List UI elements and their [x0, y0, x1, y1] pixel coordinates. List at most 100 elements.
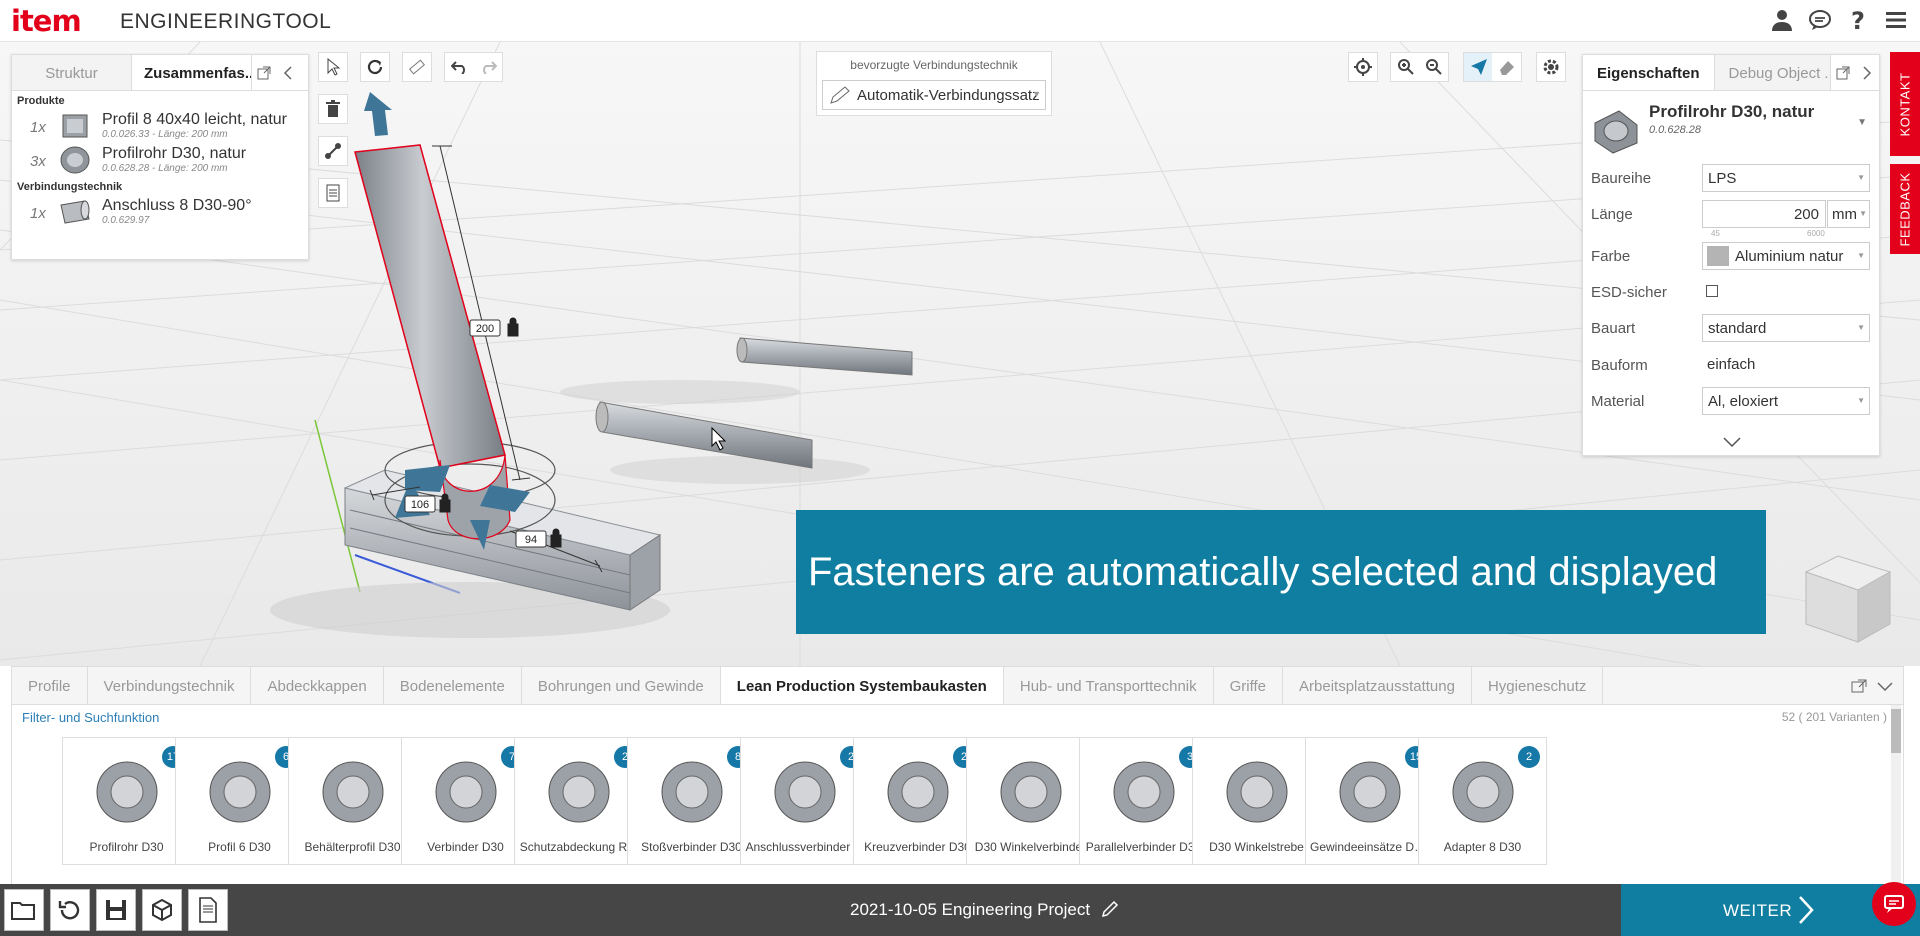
product-meta: 0.0.026.33 - Länge: 200 mm: [102, 129, 228, 140]
tab-griffe[interactable]: Griffe: [1214, 667, 1284, 704]
chat-support-icon[interactable]: [1872, 882, 1916, 926]
catalog-item[interactable]: 3 Parallelverbinder D30: [1079, 737, 1208, 865]
tab-hygieneschutz[interactable]: Hygieneschutz: [1472, 667, 1604, 704]
catalog-item[interactable]: 7 Verbinder D30: [401, 737, 530, 865]
app-title: ENGINEERINGTOOL: [120, 10, 332, 33]
eraser-icon[interactable]: [1492, 52, 1522, 82]
catalog-item[interactable]: 8 Stoßverbinder D30: [627, 737, 756, 865]
structure-panel: Struktur Zusammenfas... Produkte 1x Prof…: [11, 54, 309, 260]
catalog-item-name: Schutzabdeckung R...: [519, 840, 638, 854]
dimension-label-200[interactable]: 200: [469, 317, 519, 337]
expand-caret-icon[interactable]: ▼: [1857, 117, 1867, 128]
pdf-icon[interactable]: [188, 889, 228, 931]
3d-box-icon[interactable]: [142, 889, 182, 931]
tab-hub-transport[interactable]: Hub- und Transporttechnik: [1004, 667, 1214, 704]
tab-arbeitsplatz[interactable]: Arbeitsplatzausstattung: [1283, 667, 1472, 704]
tab-abdeckkappen[interactable]: Abdeckkappen: [251, 667, 384, 704]
svg-text:?: ?: [1851, 8, 1865, 32]
prop-label: ESD-sicher: [1591, 284, 1667, 301]
tab-profile[interactable]: Profile: [12, 667, 88, 704]
variant-badge: 2: [1518, 746, 1540, 768]
connection-technique-select[interactable]: Automatik-Verbindungssatz ▼: [822, 80, 1046, 110]
open-folder-icon[interactable]: [4, 889, 44, 931]
catalog-scrollbar[interactable]: [1891, 705, 1901, 889]
connection-meta: 0.0.629.97: [102, 215, 150, 226]
product-row[interactable]: 1x Profil 8 40x40 leicht, natur 0.0.026.…: [12, 109, 308, 143]
show-more-chevron-icon[interactable]: [1723, 434, 1741, 452]
view-cube[interactable]: [1804, 555, 1892, 643]
catalog-item[interactable]: 2 Kreuzverbinder D30: [853, 737, 982, 865]
feedback-button[interactable]: FEEDBACK: [1890, 164, 1920, 254]
select-tool-icon[interactable]: [318, 52, 348, 82]
loose-tube-2[interactable]: [595, 401, 870, 484]
rotate-icon[interactable]: [360, 52, 390, 82]
catalog-item[interactable]: 15 Gewindeeinsätze D3...: [1305, 737, 1434, 865]
measure-icon[interactable]: [402, 52, 432, 82]
undo-icon[interactable]: [444, 52, 474, 82]
catalog-item[interactable]: 6 Profil 6 D30: [175, 737, 304, 865]
save-icon[interactable]: [96, 889, 136, 931]
popout-icon[interactable]: [252, 55, 276, 90]
tab-eigenschaften[interactable]: Eigenschaften: [1583, 55, 1715, 90]
catalog-item-name: D30 Winkelverbinder: [974, 840, 1087, 854]
catalog-item-name: Gewindeeinsätze D3...: [1310, 840, 1431, 854]
catalog-item[interactable]: 2 Adapter 8 D30: [1418, 737, 1547, 865]
material-select[interactable]: Al, eloxiert ▼: [1702, 387, 1870, 415]
connection-name: Anschluss 8 D30-90°: [102, 197, 252, 214]
dimension-label-94[interactable]: 94: [515, 528, 562, 548]
redo-icon[interactable]: [473, 52, 503, 82]
unit-select[interactable]: mm ▼: [1827, 200, 1870, 228]
delete-icon[interactable]: [318, 94, 348, 124]
settings-gear-icon[interactable]: [1536, 52, 1566, 82]
tab-zusammenfassung[interactable]: Zusammenfas...: [132, 55, 252, 90]
catalog-item[interactable]: Behälterprofil D30: [288, 737, 417, 865]
collapse-left-icon[interactable]: [276, 55, 300, 90]
zoom-in-icon[interactable]: [1390, 52, 1420, 82]
popout-icon[interactable]: [1831, 55, 1855, 90]
product-row[interactable]: 3x Profilrohr D30, natur 0.0.628.28 - Lä…: [12, 143, 308, 177]
tab-lean-production[interactable]: Lean Production Systembaukasten: [720, 667, 1004, 704]
catalog-item[interactable]: 2 Schutzabdeckung R...: [514, 737, 643, 865]
laenge-input[interactable]: 200: [1702, 200, 1826, 228]
tab-verbindungstechnik[interactable]: Verbindungstechnik: [88, 667, 252, 704]
variant-count: 52 ( 201 Varianten ): [1781, 710, 1887, 724]
baureihe-select[interactable]: LPS ▼: [1702, 164, 1870, 192]
connection-row[interactable]: 1x Anschluss 8 D30-90° 0.0.629.97: [12, 195, 308, 229]
item-logo[interactable]: item: [11, 4, 82, 38]
collapse-down-icon[interactable]: [1877, 679, 1893, 704]
farbe-select[interactable]: Aluminium natur ▼: [1702, 242, 1870, 270]
prop-esd: ESD-sicher: [1583, 274, 1881, 308]
connect-icon[interactable]: [318, 136, 348, 166]
prop-label: Bauart: [1591, 320, 1636, 337]
menu-icon[interactable]: [1884, 8, 1908, 32]
dimension-label-106[interactable]: 106: [404, 493, 451, 513]
catalog-item[interactable]: D30 Winkelstrebe: [1192, 737, 1321, 865]
popout-icon[interactable]: [1851, 679, 1867, 704]
document-icon[interactable]: [318, 178, 348, 208]
tab-struktur[interactable]: Struktur: [12, 55, 132, 90]
focus-target-icon[interactable]: [1348, 52, 1378, 82]
catalog-item[interactable]: 17 Profilrohr D30: [62, 737, 191, 865]
collapse-right-icon[interactable]: [1855, 55, 1879, 90]
tab-bohrungen[interactable]: Bohrungen und Gewinde: [522, 667, 721, 704]
tab-debug-object[interactable]: Debug Object ...: [1714, 55, 1831, 90]
kontakt-button[interactable]: KONTAKT: [1890, 52, 1920, 156]
catalog-item[interactable]: D30 Winkelverbinder: [966, 737, 1095, 865]
tab-bodenelemente[interactable]: Bodenelemente: [384, 667, 522, 704]
history-icon[interactable]: [50, 889, 90, 931]
chat-bubble-icon[interactable]: [1808, 8, 1832, 32]
user-icon[interactable]: [1770, 8, 1794, 32]
help-icon[interactable]: ?: [1846, 7, 1870, 35]
angle-image: [1000, 761, 1062, 823]
catalog-item[interactable]: 2 Anschlussverbinder ...: [740, 737, 869, 865]
loose-tube-1[interactable]: [560, 337, 913, 404]
bauart-select[interactable]: standard ▼: [1702, 314, 1870, 342]
filter-search-link[interactable]: Filter- und Suchfunktion: [22, 710, 159, 725]
zoom-out-icon[interactable]: [1419, 52, 1449, 82]
esd-checkbox[interactable]: [1706, 285, 1718, 297]
catalog-item-name: Verbinder D30: [427, 840, 504, 854]
edit-pencil-icon[interactable]: [1095, 900, 1119, 919]
send-icon[interactable]: [1463, 52, 1493, 82]
svg-text:94: 94: [525, 534, 537, 546]
project-name[interactable]: 2021-10-05 Engineering Project: [850, 900, 1119, 920]
